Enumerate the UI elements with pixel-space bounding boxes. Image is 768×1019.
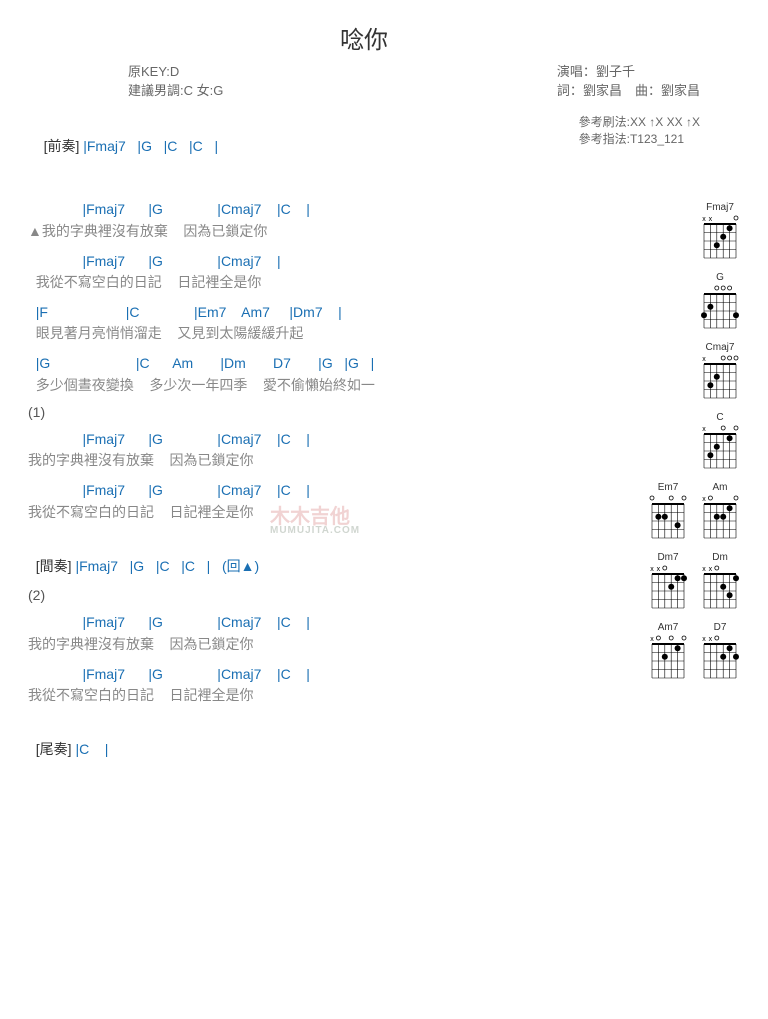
song-title: 唸你 bbox=[0, 20, 740, 55]
section-marker-1: (1) bbox=[28, 404, 620, 420]
chord-diagram-fmaj7: Fmaj7xx bbox=[700, 202, 740, 262]
chord-diagram-d7: D7xx bbox=[700, 622, 740, 682]
original-key: 原KEY:D bbox=[128, 61, 223, 80]
svg-text:x: x bbox=[702, 426, 706, 433]
lyric-line: 眼見著月亮悄悄溜走 又見到太陽緩緩升起 bbox=[28, 323, 620, 344]
svg-text:x: x bbox=[709, 216, 713, 223]
interlude-tag: [間奏] bbox=[36, 558, 72, 574]
lyric-line: 多少個晝夜變換 多少次一年四季 愛不偷懶始終如一 bbox=[28, 375, 620, 396]
chord-diagram-em7: Em7 bbox=[648, 482, 688, 542]
outro-tag: [尾奏] bbox=[36, 741, 72, 757]
svg-text:x: x bbox=[650, 566, 654, 573]
chord-diagram-c: Cx bbox=[700, 412, 740, 472]
svg-text:x: x bbox=[702, 566, 706, 573]
intro-line: [前奏] |Fmaj7 |G |C |C | bbox=[28, 113, 218, 180]
credits-line: 詞：劉家昌 曲：劉家昌 bbox=[557, 80, 700, 99]
chord-diagram-am7: Am7x bbox=[648, 622, 688, 682]
chord-diagram-dm: Dmxx bbox=[700, 552, 740, 612]
chord-diagrams: Fmaj7xx G Cmaj7x Cx Em7 Amx Dm7xx Dmxx Am7x D7xx bbox=[620, 202, 740, 692]
header-meta: 原KEY:D 建議男調:C 女:G 演唱：劉子千 詞：劉家昌 曲：劉家昌 bbox=[28, 61, 740, 99]
svg-text:x: x bbox=[709, 636, 713, 643]
svg-text:x: x bbox=[650, 636, 654, 643]
lyric-line: ▲我的字典裡沒有放棄 因為已鎖定你 bbox=[28, 221, 620, 242]
chord-diagram-am: Amx bbox=[700, 482, 740, 542]
svg-text:x: x bbox=[657, 566, 661, 573]
lyric-line: 我的字典裡沒有放棄 因為已鎖定你 bbox=[28, 634, 620, 655]
lyric-line: 我從不寫空白的日記 日記裡全是你 bbox=[28, 502, 620, 523]
lyric-line: 我的字典裡沒有放棄 因為已鎖定你 bbox=[28, 450, 620, 471]
section-marker-2: (2) bbox=[28, 587, 620, 603]
chord-diagram-dm7: Dm7xx bbox=[648, 552, 688, 612]
chord-sheet: |Fmaj7 |G |Cmaj7 |C | ▲我的字典裡沒有放棄 因為已鎖定你 … bbox=[28, 198, 620, 761]
svg-text:x: x bbox=[702, 636, 706, 643]
svg-text:x: x bbox=[702, 216, 706, 223]
svg-text:x: x bbox=[709, 566, 713, 573]
svg-text:x: x bbox=[702, 496, 706, 503]
reference-patterns: 參考刷法:XX ↑X XX ↑X 參考指法:T123_121 bbox=[579, 113, 740, 180]
lyric-line: 我從不寫空白的日記 日記裡全是你 bbox=[28, 685, 620, 706]
chord-diagram-g: G bbox=[700, 272, 740, 332]
chord-diagram-cmaj7: Cmaj7x bbox=[700, 342, 740, 402]
svg-text:x: x bbox=[702, 356, 706, 363]
singer-line: 演唱：劉子千 bbox=[557, 61, 700, 80]
lyric-line: 我從不寫空白的日記 日記裡全是你 bbox=[28, 272, 620, 293]
suggested-key: 建議男調:C 女:G bbox=[128, 80, 223, 99]
